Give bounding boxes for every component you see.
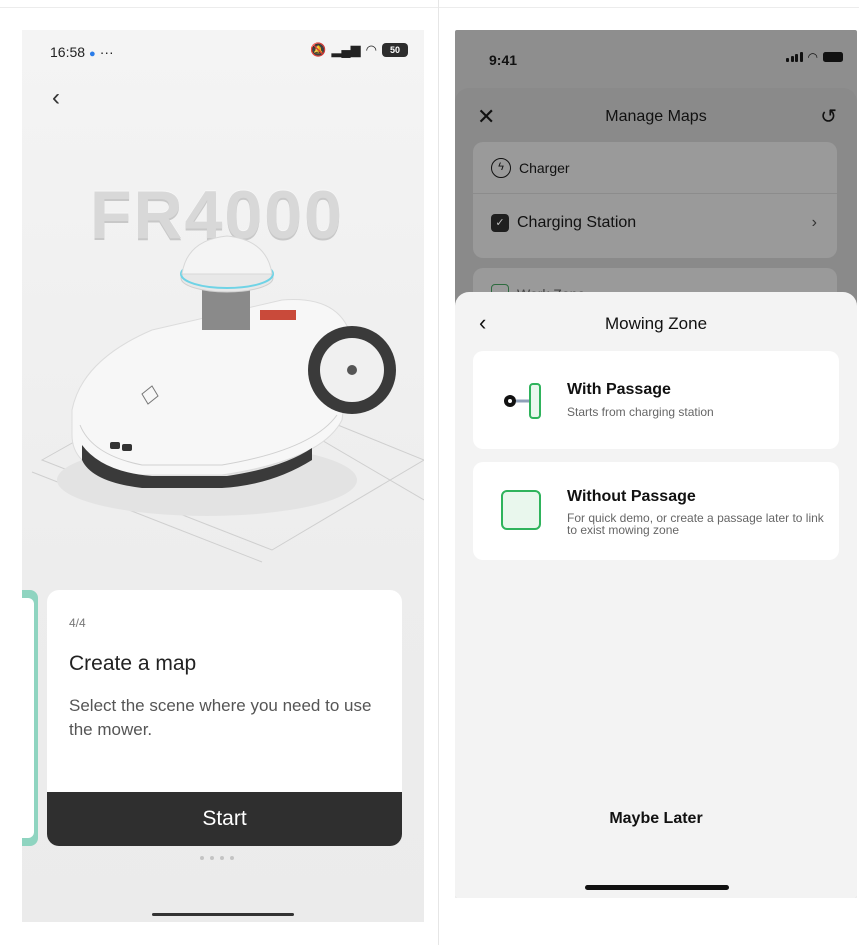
passage-icon — [504, 383, 541, 419]
left-phone-screen: 16:58 ● ··· 🔕 ▂▄▆ ◠ 50 ‹ FR4000 4/4 Create — [22, 30, 424, 922]
mowing-zone-sheet: ‹ Mowing Zone With Passage Starts from c… — [455, 292, 857, 898]
battery-icon: 50 — [382, 43, 408, 57]
card-title: Create a map — [69, 652, 197, 675]
card-divider — [473, 193, 837, 194]
wifi-icon: ◠ — [807, 50, 818, 64]
checkbox-checked-icon[interactable]: ✓ — [491, 214, 509, 232]
zone-square-icon — [501, 490, 541, 530]
battery-icon — [823, 52, 843, 62]
charger-label: Charger — [519, 160, 570, 176]
top-divider — [0, 7, 859, 8]
previous-card-peek[interactable] — [22, 590, 38, 846]
lightning-icon: ϟ — [491, 158, 511, 178]
center-divider — [438, 0, 439, 945]
start-button[interactable]: Start — [47, 792, 402, 846]
home-indicator[interactable] — [585, 885, 729, 890]
status-more: ··· — [99, 44, 114, 60]
manage-maps-title: Manage Maps — [605, 108, 707, 125]
back-button[interactable]: ‹ — [52, 86, 60, 110]
option-without-passage[interactable]: Without Passage For quick demo, or creat… — [473, 462, 839, 560]
maybe-later-button[interactable]: Maybe Later — [455, 810, 857, 828]
home-indicator[interactable] — [152, 913, 294, 916]
charging-station-label: Charging Station — [517, 214, 637, 231]
notification-dot-icon: ● — [89, 48, 96, 60]
undo-icon[interactable]: ↺ — [820, 104, 837, 129]
option-subtitle: For quick demo, or create a passage late… — [567, 511, 824, 537]
status-time: 16:58 — [50, 44, 86, 60]
status-time: 9:41 — [489, 52, 518, 68]
mute-icon: 🔕 — [310, 42, 327, 57]
chevron-right-icon[interactable]: › — [812, 214, 817, 232]
mower-illustration — [31, 235, 424, 563]
right-phone-screen: 9:41 ◠ ✕ Manage Maps ↺ ϟ Charger ✓ Charg… — [455, 30, 857, 898]
option-title: With Passage — [567, 381, 671, 398]
option-with-passage[interactable]: With Passage Starts from charging statio… — [473, 351, 839, 449]
wifi-icon: ◠ — [365, 42, 377, 57]
onboarding-card: 4/4 Create a map Select the scene where … — [47, 590, 402, 846]
charger-row: ϟ Charger — [491, 158, 570, 178]
charging-station-row[interactable]: ✓ Charging Station — [491, 214, 636, 232]
page-dot — [200, 856, 204, 860]
signal-icon: ▂▄▆ — [331, 42, 361, 57]
status-icons: ◠ — [786, 50, 843, 64]
page-dot — [230, 856, 234, 860]
page-dot — [220, 856, 224, 860]
card-description: Select the scene where you need to use t… — [69, 696, 372, 739]
option-title: Without Passage — [567, 488, 696, 505]
status-bar-left: 16:58 ● ··· — [50, 44, 114, 60]
status-icons: 🔕 ▂▄▆ ◠ 50 — [310, 42, 408, 58]
page-dot — [210, 856, 214, 860]
option-subtitle: Starts from charging station — [567, 405, 714, 419]
page-dots — [200, 856, 234, 860]
signal-icon — [786, 52, 803, 62]
step-indicator: 4/4 — [69, 616, 86, 630]
sheet-title: Mowing Zone — [604, 314, 708, 333]
